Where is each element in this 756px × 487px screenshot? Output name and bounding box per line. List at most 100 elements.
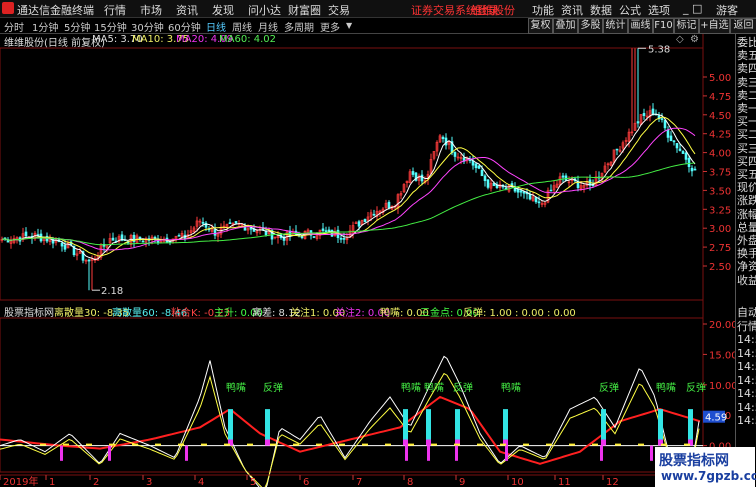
- candle-body: [660, 118, 664, 120]
- candle-body: [372, 213, 376, 216]
- zero-marker: [339, 443, 345, 446]
- price-axis-label: 3.25: [709, 205, 731, 216]
- candle-body: [339, 237, 343, 240]
- candle-body: [177, 235, 181, 237]
- signal-bar: [658, 409, 663, 440]
- quote-field-label: 外盘: [737, 234, 756, 247]
- tick-time-label: 行情: [737, 319, 756, 333]
- candle-body: [486, 179, 490, 188]
- low-price-label: 2.18: [101, 286, 123, 297]
- signal-bar: [403, 439, 408, 446]
- candle-body: [693, 168, 697, 171]
- quote-field-label: 委比: [737, 36, 756, 49]
- candle-body: [327, 229, 331, 232]
- signal-bar: [503, 409, 508, 440]
- month-label: 11: [558, 477, 571, 487]
- zero-marker: [109, 443, 115, 446]
- site-watermark: 股票指标网 www.7gpzb.com: [655, 447, 756, 487]
- quote-field-label: 现价: [737, 181, 756, 195]
- signal-tag: 鸭嘴: [501, 381, 521, 394]
- indicator-white-line: [0, 355, 700, 487]
- signal-tick: [185, 445, 188, 461]
- zero-marker: [569, 443, 575, 446]
- signal-tick: [60, 445, 63, 461]
- candle-body: [342, 238, 346, 240]
- signal-bar: [455, 409, 460, 440]
- zero-marker: [546, 443, 552, 446]
- tick-time-label: 14:50: [737, 333, 756, 346]
- month-label: 6: [303, 477, 309, 487]
- candle-body: [672, 140, 676, 143]
- signal-tick: [108, 445, 111, 461]
- signal-tick: [405, 445, 408, 461]
- candle-body: [516, 189, 520, 193]
- signal-tick: [455, 445, 458, 461]
- tick-time-label: 14:50: [737, 373, 756, 387]
- zero-marker: [385, 443, 391, 446]
- candle-body: [441, 136, 445, 140]
- price-axis-label: 3.50: [709, 186, 731, 197]
- signal-tag: 反弹: [599, 381, 619, 394]
- month-label: 9: [459, 477, 465, 487]
- candle-body: [234, 221, 238, 224]
- month-label: 10: [511, 477, 524, 487]
- tick-time-label: 14:50: [737, 346, 756, 360]
- price-axis-label: 2.50: [709, 262, 731, 273]
- zero-marker: [86, 443, 92, 446]
- signal-tag: 鸭嘴: [656, 381, 676, 394]
- price-axis-label: 4.50: [709, 111, 731, 122]
- quote-field-label: 收益: [737, 273, 756, 287]
- month-label: 12: [606, 477, 619, 487]
- candle-body: [534, 197, 538, 203]
- tick-time-label: 14:50: [737, 414, 756, 427]
- signal-bar: [688, 409, 693, 440]
- quote-side-panel: 委比 卖五 卖四 卖三 卖二 卖一 买一 买二 买三 买四 买五 现价 涨跌 涨幅 总量 外盘 换手 净资 收益 自动…: [735, 34, 756, 487]
- quote-field-label: 总量: [737, 220, 756, 234]
- zero-marker: [523, 443, 529, 446]
- kline-chart[interactable]: 5.382.18 鸭嘴 反弹 鸭嘴 鸭嘴 反弹 鸭嘴 反弹 鸭嘴 反弹 5.004.754.50…: [0, 0, 735, 487]
- candle-body: [321, 228, 325, 231]
- candle-body: [141, 240, 145, 243]
- candle-body: [483, 175, 487, 182]
- zero-marker: [63, 443, 69, 446]
- zero-marker: [684, 443, 690, 446]
- candle-body: [453, 152, 457, 157]
- candle-body: [312, 236, 316, 238]
- price-axis-label: 4.75: [709, 92, 731, 103]
- month-label: 2: [93, 477, 99, 487]
- zero-marker: [316, 443, 322, 446]
- signal-bar: [403, 409, 408, 440]
- signal-bar: [265, 409, 270, 440]
- quote-field-label: 涨跌: [737, 194, 756, 208]
- quote-field-label: 卖五: [737, 49, 756, 63]
- signal-bar: [426, 439, 431, 446]
- month-label: 4: [198, 477, 204, 487]
- zero-marker: [293, 443, 299, 446]
- candle-body: [228, 222, 232, 225]
- candle-body: [201, 222, 205, 224]
- month-label: 7: [356, 477, 362, 487]
- candle-body: [213, 229, 217, 236]
- signal-tag: 鸭嘴: [226, 381, 246, 394]
- candle-body: [87, 259, 91, 262]
- price-axis-label: 3.00: [709, 224, 731, 235]
- candle-body: [537, 201, 541, 204]
- candle-body: [387, 201, 391, 209]
- candle-body: [549, 189, 553, 192]
- ma5-line: [1, 113, 696, 261]
- price-axis-label: 5.00: [709, 73, 731, 84]
- quote-field-label: 卖三: [737, 75, 756, 89]
- tick-time-label: 14:50: [737, 400, 756, 414]
- month-label: 5: [250, 477, 256, 487]
- candle-body: [324, 230, 328, 232]
- signal-tick: [650, 445, 653, 461]
- signal-tag: 反弹: [453, 381, 473, 394]
- candle-body: [60, 242, 64, 247]
- candle-body: [690, 167, 694, 172]
- candle-body: [63, 244, 67, 250]
- candle-body: [111, 237, 115, 241]
- price-axis-label: 4.00: [709, 149, 731, 160]
- month-label: 3: [146, 477, 152, 487]
- zero-marker: [155, 443, 161, 446]
- price-axis-label: 2.75: [709, 243, 731, 254]
